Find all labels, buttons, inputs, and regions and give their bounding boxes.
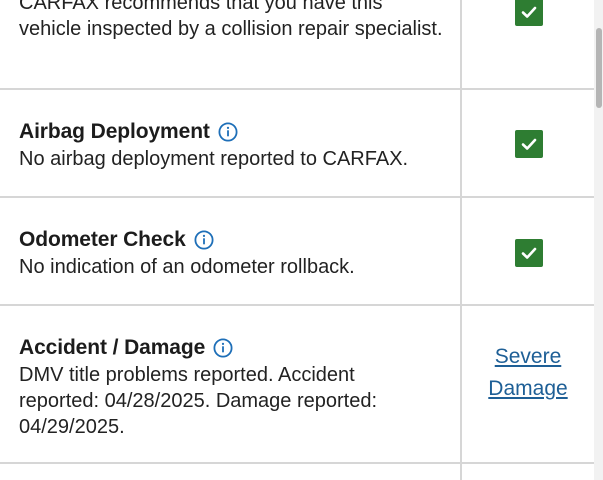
history-row-odometer: Odometer Check No indication of an odome… bbox=[0, 198, 594, 306]
row-description: CARFAX recommends that you have this veh… bbox=[19, 0, 443, 40]
row-title-text: Odometer Check bbox=[19, 228, 186, 251]
scrollbar[interactable] bbox=[594, 0, 603, 480]
history-table: CARFAX recommends that you have this veh… bbox=[0, 0, 594, 480]
checkmark-icon bbox=[515, 0, 543, 26]
link-line-1[interactable]: Severe bbox=[462, 341, 594, 373]
row-status-cell bbox=[462, 90, 594, 196]
row-info-cell bbox=[0, 464, 462, 480]
severe-damage-link[interactable]: Severe Damage bbox=[462, 341, 594, 405]
row-info-cell: CARFAX recommends that you have this veh… bbox=[0, 0, 462, 88]
info-circle-icon[interactable] bbox=[218, 122, 238, 142]
row-title: Odometer Check bbox=[19, 228, 214, 252]
row-description: No indication of an odometer rollback. bbox=[19, 256, 355, 278]
info-circle-icon[interactable] bbox=[194, 230, 214, 250]
history-row-next bbox=[0, 464, 594, 480]
checkmark-icon bbox=[515, 239, 543, 267]
info-circle-icon[interactable] bbox=[213, 338, 233, 358]
row-status-cell bbox=[462, 0, 594, 88]
row-description: No airbag deployment reported to CARFAX. bbox=[19, 148, 409, 170]
checkmark-icon bbox=[515, 130, 543, 158]
history-row-airbag: Airbag Deployment No airbag deployment r… bbox=[0, 90, 594, 198]
row-description: DMV title problems reported. Accident re… bbox=[19, 364, 378, 438]
history-row-accident: Accident / Damage DMV title problems rep… bbox=[0, 306, 594, 464]
row-info-cell: Accident / Damage DMV title problems rep… bbox=[0, 306, 462, 462]
row-title-text: Accident / Damage bbox=[19, 336, 206, 359]
row-info-cell: Airbag Deployment No airbag deployment r… bbox=[0, 90, 462, 196]
vehicle-history-page: CARFAX recommends that you have this veh… bbox=[0, 0, 603, 480]
row-info-cell: Odometer Check No indication of an odome… bbox=[0, 198, 462, 304]
link-line-2[interactable]: Damage bbox=[462, 373, 594, 405]
history-row-collision: CARFAX recommends that you have this veh… bbox=[0, 0, 594, 90]
row-title-text: Airbag Deployment bbox=[19, 120, 210, 143]
row-status-cell bbox=[462, 464, 594, 480]
row-title: Airbag Deployment bbox=[19, 120, 238, 144]
row-title: Accident / Damage bbox=[19, 336, 233, 360]
row-status-cell: Severe Damage bbox=[462, 306, 594, 462]
scrollbar-thumb[interactable] bbox=[596, 28, 602, 108]
row-status-cell bbox=[462, 198, 594, 304]
